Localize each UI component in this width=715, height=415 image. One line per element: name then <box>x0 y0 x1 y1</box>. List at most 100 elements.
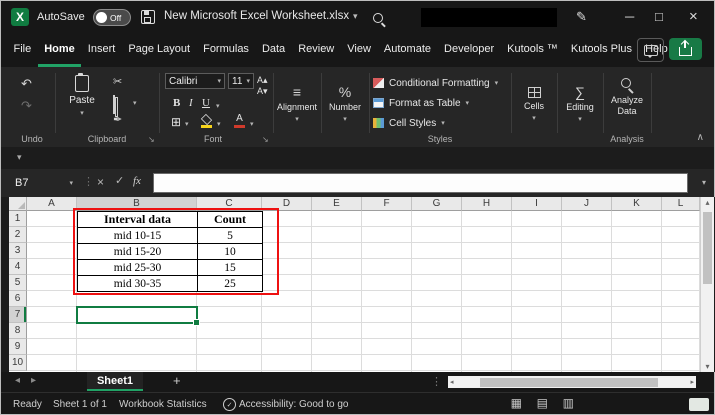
insert-function-icon[interactable]: fx <box>133 175 141 187</box>
selected-cell-B7[interactable] <box>76 306 198 324</box>
document-title[interactable]: New Microsoft Excel Worksheet.xlsx <box>164 10 349 22</box>
styles-button-conditional-formatting[interactable]: Conditional Formatting▾ <box>373 73 509 93</box>
menu-item-data[interactable]: Data <box>255 33 291 67</box>
font-name-combobox[interactable]: Calibri ▾ <box>165 73 225 89</box>
sheet-grid[interactable]: Interval dataCountmid 10-155mid 15-2010m… <box>9 197 700 372</box>
column-header-k[interactable]: K <box>612 197 662 211</box>
fill-color-dropdown-icon[interactable]: ▾ <box>217 120 221 128</box>
menu-item-kutools-[interactable]: Kutools ™ <box>501 33 565 67</box>
excel-logo-icon[interactable]: X <box>11 8 29 26</box>
workbook-statistics-button[interactable]: Workbook Statistics <box>119 399 207 410</box>
borders-button[interactable]: ⊞ <box>171 116 181 128</box>
cancel-entry-icon[interactable]: × <box>97 176 104 188</box>
autosave-toggle[interactable]: Off <box>93 9 131 26</box>
font-color-dropdown-icon[interactable]: ▾ <box>250 120 254 128</box>
clipboard-dialog-launcher-icon[interactable]: ↘ <box>148 135 155 144</box>
formula-input[interactable] <box>153 173 688 193</box>
row-header-3[interactable]: 3 <box>9 243 27 259</box>
name-box[interactable]: B7 ▾ <box>9 173 79 193</box>
column-header-h[interactable]: H <box>462 197 512 211</box>
menu-item-developer[interactable]: Developer <box>438 33 501 67</box>
menu-item-view[interactable]: View <box>341 33 378 67</box>
row-header-7[interactable]: 7 <box>9 307 27 323</box>
font-dialog-launcher-icon[interactable]: ↘ <box>262 135 269 144</box>
analyze-data-button[interactable]: Analyze Data <box>605 71 649 123</box>
copy-dropdown-icon[interactable]: ▾ <box>133 99 137 107</box>
share-button[interactable] <box>669 38 702 60</box>
bold-button[interactable]: B <box>173 98 180 109</box>
redo-button[interactable]: ↷ <box>21 99 32 112</box>
save-icon[interactable] <box>141 10 155 24</box>
editing-button[interactable]: ∑ Editing ▾ <box>559 73 601 135</box>
row-header-9[interactable]: 9 <box>9 339 27 355</box>
row-header-6[interactable]: 6 <box>9 291 27 307</box>
table-cell[interactable]: mid 15-20 <box>78 244 198 260</box>
grow-font-button[interactable]: A▴ <box>257 76 268 85</box>
column-header-g[interactable]: G <box>412 197 462 211</box>
column-header-j[interactable]: J <box>562 197 612 211</box>
row-header-5[interactable]: 5 <box>9 275 27 291</box>
select-all-corner[interactable] <box>9 197 27 211</box>
number-button[interactable]: % Number ▾ <box>323 73 367 135</box>
column-header-c[interactable]: C <box>197 197 262 211</box>
accessibility-status[interactable]: Accessibility: Good to go <box>239 399 349 410</box>
vertical-scroll-thumb[interactable] <box>703 212 712 284</box>
vertical-scrollbar[interactable]: ▴ ▾ <box>700 197 714 372</box>
tab-scroll-handle-icon[interactable]: ⋮ <box>431 375 442 388</box>
normal-view-button[interactable]: ▦ <box>511 397 522 409</box>
scroll-left-icon[interactable]: ◂ <box>450 378 454 386</box>
table-header-cell[interactable]: Interval data <box>78 212 198 228</box>
copy-button[interactable] <box>113 95 115 114</box>
shrink-font-button[interactable]: A▾ <box>257 87 268 96</box>
new-sheet-button[interactable]: + <box>173 374 181 387</box>
sheet-tab-sheet1[interactable]: Sheet1 <box>87 372 143 391</box>
menu-item-file[interactable]: File <box>7 33 38 67</box>
column-header-a[interactable]: A <box>27 197 77 211</box>
underline-button[interactable]: U <box>202 98 210 109</box>
table-cell[interactable]: mid 25-30 <box>78 260 198 276</box>
pen-icon[interactable]: ✎ <box>576 9 587 25</box>
table-cell[interactable]: 10 <box>198 244 263 260</box>
row-header-1[interactable]: 1 <box>9 211 27 227</box>
collapse-ribbon-icon[interactable]: ∧ <box>697 132 704 143</box>
row-header-10[interactable]: 10 <box>9 355 27 371</box>
title-dropdown-icon[interactable]: ▾ <box>353 11 358 22</box>
borders-dropdown-icon[interactable]: ▾ <box>185 120 189 128</box>
enter-entry-icon[interactable]: ✓ <box>115 176 124 187</box>
styles-button-cell-styles[interactable]: Cell Styles▾ <box>373 113 509 133</box>
table-header-cell[interactable]: Count <box>198 212 263 228</box>
table-cell[interactable]: 5 <box>198 228 263 244</box>
font-size-combobox[interactable]: 11 ▾ <box>228 73 254 89</box>
column-header-d[interactable]: D <box>262 197 312 211</box>
italic-button[interactable]: I <box>189 98 193 109</box>
column-header-b[interactable]: B <box>77 197 197 211</box>
name-box-dropdown-icon[interactable]: ▾ <box>69 179 73 187</box>
minimize-button[interactable]: ─ <box>625 9 634 24</box>
column-header-l[interactable]: L <box>662 197 700 211</box>
column-header-i[interactable]: I <box>512 197 562 211</box>
maximize-button[interactable]: □ <box>655 9 663 24</box>
close-button[interactable]: × <box>689 8 698 25</box>
styles-button-format-as-table[interactable]: Format as Table▾ <box>373 93 509 113</box>
cells-button[interactable]: Cells ▾ <box>513 73 555 135</box>
comments-button[interactable] <box>637 38 664 62</box>
menu-item-automate[interactable]: Automate <box>377 33 437 67</box>
horizontal-scrollbar[interactable]: ◂ ▸ <box>448 376 696 388</box>
menu-item-formulas[interactable]: Formulas <box>197 33 256 67</box>
page-break-view-button[interactable]: ▥ <box>563 397 574 409</box>
row-header-4[interactable]: 4 <box>9 259 27 275</box>
underline-dropdown-icon[interactable]: ▾ <box>216 102 220 110</box>
column-header-f[interactable]: F <box>362 197 412 211</box>
qat-dropdown-icon[interactable]: ▾ <box>17 152 22 163</box>
table-cell[interactable]: 25 <box>198 276 263 292</box>
scroll-right-icon[interactable]: ▸ <box>690 378 694 386</box>
alignment-button[interactable]: ≡ Alignment ▾ <box>275 73 319 135</box>
cut-button[interactable]: ✂ <box>113 77 122 88</box>
paste-dropdown-icon[interactable]: ▾ <box>80 109 84 117</box>
undo-button[interactable]: ↶ <box>21 77 32 90</box>
zoom-indicator[interactable] <box>689 398 709 411</box>
row-header-8[interactable]: 8 <box>9 323 27 339</box>
menu-item-page-layout[interactable]: Page Layout <box>122 33 197 67</box>
fill-color-button[interactable] <box>201 115 212 128</box>
paste-button[interactable]: Paste ▾ <box>63 73 101 131</box>
